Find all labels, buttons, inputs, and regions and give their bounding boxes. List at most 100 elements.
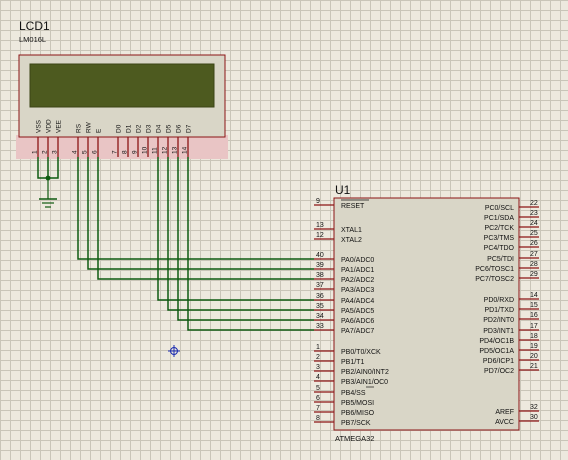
lcd-reference: LCD1 — [19, 19, 50, 33]
mcu-pin-number: 18 — [530, 333, 538, 340]
lcd-pin-number: 10 — [142, 146, 149, 154]
lcd-pin-number: 4 — [72, 150, 79, 154]
lcd-pin-number: 13 — [172, 146, 179, 154]
mcu-pin-number: 21 — [530, 363, 538, 370]
lcd-pin-name: RW — [86, 121, 93, 133]
lcd-pin-name: D1 — [126, 124, 133, 133]
lcd-pin-number: 14 — [182, 146, 189, 154]
mcu-pin-number: 37 — [316, 282, 324, 289]
crosshair-cursor-icon — [168, 345, 180, 357]
lcd-pin-name: D4 — [156, 124, 163, 133]
mcu-pin-name: PB4/SS — [341, 390, 366, 397]
mcu-pin-name: PA3/ADC3 — [341, 287, 374, 294]
lcd-pin-number: 5 — [82, 150, 89, 154]
mcu-pin-name: PB2/AIN0/INT2 — [341, 369, 389, 376]
mcu-component[interactable]: U1 ATMEGA32 9RESET13XTAL112XTAL240PA0/AD… — [314, 183, 539, 443]
mcu-pin-number: 34 — [316, 313, 324, 320]
mcu-pin-name: PD0/RXD — [484, 297, 514, 304]
mcu-pin-number: 15 — [530, 302, 538, 309]
lcd-pin-number: 3 — [52, 150, 59, 154]
mcu-pin-name: PC0/SCL — [485, 205, 514, 212]
mcu-pin-name: XTAL1 — [341, 227, 362, 234]
mcu-pin-name: PC4/TDO — [484, 245, 515, 252]
mcu-pin-number: 14 — [530, 292, 538, 299]
wires — [37, 157, 314, 331]
mcu-pin-name: PA4/ADC4 — [341, 298, 374, 305]
mcu-pin-number: 39 — [316, 262, 324, 269]
lcd-pin-name: VSS — [36, 119, 43, 133]
mcu-pin-name: PB5/MOSI — [341, 400, 374, 407]
mcu-pin-number: 29 — [530, 271, 538, 278]
mcu-pin-number: 23 — [530, 210, 538, 217]
lcd-pin-number: 8 — [122, 150, 129, 154]
mcu-pin-number: 33 — [316, 323, 324, 330]
mcu-pin-name: PC1/SDA — [484, 215, 514, 222]
mcu-pin-number: 28 — [530, 261, 538, 268]
mcu-pin-number: 4 — [316, 374, 320, 381]
mcu-pin-name: PD1/TXD — [484, 307, 514, 314]
mcu-pin-name: PC2/TCK — [484, 225, 514, 232]
wire-6 — [177, 157, 314, 321]
mcu-pin-number: 17 — [530, 323, 538, 330]
lcd-pin-number: 12 — [162, 146, 169, 154]
mcu-pin-name: AVCC — [495, 419, 514, 426]
lcd-pin-name: RS — [76, 123, 83, 133]
mcu-pin-name: PD3/INT1 — [483, 328, 514, 335]
mcu-pin-name: PC6/TOSC1 — [475, 266, 514, 273]
lcd-pin-name: D3 — [146, 124, 153, 133]
mcu-pin-name: PA2/ADC2 — [341, 277, 374, 284]
mcu-pin-number: 13 — [316, 222, 324, 229]
mcu-pin-name: PB7/SCK — [341, 420, 371, 427]
mcu-reference: U1 — [335, 183, 351, 197]
lcd-pin-name: VEE — [56, 119, 63, 133]
mcu-pin-number: 35 — [316, 303, 324, 310]
mcu-pin-number: 7 — [316, 405, 320, 412]
mcu-pin-name: PA1/ADC1 — [341, 267, 374, 274]
wire-1 — [77, 157, 314, 260]
mcu-pin-name: PC3/TMS — [484, 235, 515, 242]
mcu-pin-name: PC7/TOSC2 — [475, 276, 514, 283]
mcu-pin-name: PB0/T0/XCK — [341, 349, 381, 356]
mcu-pin-name: AREF — [495, 409, 514, 416]
lcd-pin-name: VDD — [46, 119, 53, 133]
mcu-pin-name: XTAL2 — [341, 237, 362, 244]
mcu-pin-number: 22 — [530, 200, 538, 207]
mcu-pin-name: PA0/ADC0 — [341, 257, 374, 264]
mcu-pin-number: 19 — [530, 343, 538, 350]
lcd-model-label: LM016L — [19, 35, 46, 44]
mcu-pin-number: 3 — [316, 364, 320, 371]
mcu-pin-number: 26 — [530, 240, 538, 247]
lcd-pin-number: 9 — [132, 150, 139, 154]
mcu-pin-name: PC5/TDI — [487, 256, 514, 263]
mcu-pin-name: PA5/ADC5 — [341, 308, 374, 315]
mcu-pin-name: PA7/ADC7 — [341, 328, 374, 335]
mcu-pin-number: 1 — [316, 344, 320, 351]
mcu-pin-number: 40 — [316, 252, 324, 259]
mcu-pin-number: 5 — [316, 385, 320, 392]
lcd-screen — [29, 63, 215, 108]
mcu-pin-number: 8 — [316, 415, 320, 422]
mcu-pin-name: PD6/ICP1 — [483, 358, 514, 365]
mcu-pin-9[interactable]: 9 RESET — [314, 198, 369, 210]
schematic-canvas[interactable]: LCD1 LM016L VSS 1 VDD 2 VEE 3 RS 4 RW 5 E 6 D0 7 D1 8 D2… — [0, 0, 568, 460]
lcd-pin-number: 1 — [32, 150, 39, 154]
mcu-pin-number: 24 — [530, 220, 538, 227]
mcu-pin-name: PB6/MISO — [341, 410, 375, 417]
mcu-pin-number: 12 — [316, 232, 324, 239]
mcu-pin-number: 20 — [530, 353, 538, 360]
lcd-pin-name: D5 — [166, 124, 173, 133]
ground-icon — [39, 178, 57, 208]
mcu-pin-name: PD5/OC1A — [479, 348, 514, 355]
mcu-pin-number: 25 — [530, 230, 538, 237]
mcu-pin-number: 6 — [316, 395, 320, 402]
lcd-pin-number: 2 — [42, 150, 49, 154]
mcu-pin-name: PD2/INT0 — [483, 317, 514, 324]
mcu-pin-number: 16 — [530, 312, 538, 319]
lcd-pin-name: D0 — [116, 124, 123, 133]
mcu-pin-number: 30 — [530, 414, 538, 421]
mcu-pin-number: 27 — [530, 251, 538, 258]
lcd-pin-name: D2 — [136, 124, 143, 133]
mcu-pin-number: 2 — [316, 354, 320, 361]
mcu-pin-number: 32 — [530, 404, 538, 411]
mcu-pin-number: 38 — [316, 272, 324, 279]
